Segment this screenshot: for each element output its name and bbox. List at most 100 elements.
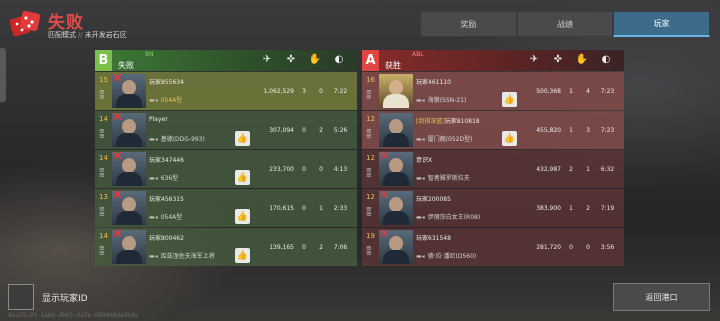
red-dice-icon [9, 10, 41, 37]
show-id-label: 显示玩家ID [42, 293, 88, 304]
assists: 0 [586, 243, 590, 251]
score: 139,165 [269, 243, 294, 251]
player-row: 12 ≡ ≡ ✕ 意识X ▬◂ 智者雅罗斯拉夫 432,987 2 1 6:32 [362, 150, 624, 188]
survival-time: 7:23 [600, 126, 615, 134]
tab-rewards[interactable]: 奖励 [420, 11, 517, 37]
rank-bars-icon: ≡ ≡ [99, 244, 105, 257]
kills: 0 [302, 204, 306, 212]
match-separator: // [78, 31, 83, 39]
like-button[interactable]: 👍 [502, 131, 517, 146]
rank-level: 14 [99, 232, 108, 240]
like-button[interactable]: 👍 [235, 248, 250, 263]
score: 455,820 [536, 126, 561, 134]
player-row: 13 ≡ ≡ ✕ 玩家456315 ▬◂ 054A型 👍 170,615 0 1 2:33 [95, 189, 357, 227]
sunk-x-icon: ✕ [112, 113, 123, 125]
score: 281,720 [536, 243, 561, 251]
player-name: 意识X [416, 155, 432, 164]
show-player-id-toggle[interactable]: 显示玩家ID [8, 284, 88, 310]
like-button[interactable]: 👍 [502, 92, 517, 107]
avatar[interactable] [379, 74, 413, 108]
ship-name: ▬◂ 库兹涅佐夫海军上将 [149, 251, 215, 260]
player-info: 玩家631548 ▬◂ 德·拉·潘尼(D560) [413, 228, 517, 266]
score: 383,900 [536, 204, 561, 212]
avatar[interactable]: ✕ [379, 152, 413, 186]
player-row: 14 ≡ ≡ ✕ 玩家800462 ▬◂ 库兹涅佐夫海军上将 👍 139,165 0 2 7:06 [95, 228, 357, 266]
assists: 0 [319, 165, 323, 173]
return-to-port-button[interactable]: 返回港口 [613, 283, 710, 311]
assists: 2 [586, 204, 590, 212]
player-name: Player [149, 116, 168, 123]
ship-name: ▬◂ 智者雅罗斯拉夫 [416, 173, 470, 182]
ship-name-text: 054A型 [160, 97, 183, 104]
rank-level: 15 [99, 76, 108, 84]
assists: 1 [586, 165, 590, 173]
avatar[interactable]: ✕ [379, 191, 413, 225]
player-name-text: Player [149, 116, 168, 123]
player-stats: 432,987 2 1 6:32 [517, 166, 620, 173]
kills: 3 [302, 87, 306, 95]
avatar[interactable]: ✕ [112, 152, 146, 186]
ship-name-text: 库兹涅佐夫海军上将 [160, 253, 215, 260]
score: 233,700 [269, 165, 294, 173]
avatar[interactable]: ✕ [112, 74, 146, 108]
ship-type-icon: ▬◂ [416, 214, 425, 221]
team-b-tag: BN [145, 51, 154, 58]
score: 170,615 [269, 204, 294, 212]
kills: 0 [302, 243, 306, 251]
thumbs-up-icon: 👍 [236, 250, 249, 261]
rank-badge: 12 ≡ ≡ [362, 189, 379, 227]
kills: 0 [302, 126, 306, 134]
thumbs-up-icon: 👍 [236, 211, 249, 222]
handshake-icon: ✋ [308, 54, 322, 65]
player-stats: 281,720 0 0 3:56 [517, 244, 620, 251]
tab-players[interactable]: 玩家 [613, 11, 711, 37]
player-name-text: 玩家347446 [149, 157, 184, 164]
player-name-text: 玩家461110 [416, 79, 451, 86]
handshake-icon: ✋ [575, 54, 589, 65]
kills: 1 [569, 204, 573, 212]
assists: 2 [319, 126, 323, 134]
show-id-checkbox[interactable] [8, 284, 34, 310]
survival-time: 3:56 [600, 243, 615, 251]
match-mode: 匹配模式 [48, 31, 76, 39]
rank-level: 12 [366, 154, 375, 162]
player-name: 玩家800462 [149, 233, 184, 242]
ship-name-text: 海狼(SSN-21) [427, 97, 467, 104]
survival-time: 5:26 [333, 126, 348, 134]
player-row: 14 ≡ ≡ ✕ Player ▬◂ 基德(DDG-993) 👍 307,094 0 2 5:26 [95, 111, 357, 149]
like-button[interactable]: 👍 [235, 131, 250, 146]
player-info: 玩家461110 ▬◂ 海狼(SSN-21) 👍 [413, 72, 517, 110]
like-button[interactable]: 👍 [235, 209, 250, 224]
stat-header-icons: ✈ ✜ ✋ ◐ [522, 54, 618, 65]
player-row: 16 ≡ ≡ 玩家461110 ▬◂ 海狼(SSN-21) 👍 500,368 1 4 7:23 [362, 72, 624, 110]
ship-type-icon: ▬◂ [149, 136, 158, 143]
side-drawer-handle[interactable] [0, 48, 6, 102]
ship-type-icon: ▬◂ [416, 136, 425, 143]
ship-type-icon: ▬◂ [416, 97, 425, 104]
sunk-x-icon: ✕ [112, 74, 123, 86]
crosshair-icon: ✜ [286, 54, 296, 65]
avatar[interactable] [379, 113, 413, 147]
thumbs-up-icon: 👍 [236, 172, 249, 183]
avatar[interactable]: ✕ [112, 230, 146, 264]
avatar[interactable]: ✕ [112, 113, 146, 147]
ship-name-text: 636型 [160, 175, 179, 182]
rank-bars-icon: ≡ ≡ [99, 205, 105, 218]
ship-name-text: 基德(DDG-993) [160, 136, 205, 143]
player-row: 19 ≡ ≡ ✕ 玩家631548 ▬◂ 德·拉·潘尼(D560) 281,720 0 0 3:56 [362, 228, 624, 266]
team-a-header: A ABL 获胜 ✈ ✜ ✋ ◐ [362, 50, 624, 71]
team-a-letter: A [362, 50, 379, 71]
avatar[interactable]: ✕ [379, 230, 413, 264]
team-b-panel: B BN 失败 ✈ ✜ ✋ ◐ 15 ≡ ≡ ✕ 玩家855634 ▬◂ 054A型 1,06… [95, 50, 357, 266]
player-info: 意识X ▬◂ 智者雅罗斯拉夫 [413, 150, 517, 188]
ship-name: ▬◂ 054A型 [149, 212, 182, 221]
like-button[interactable]: 👍 [235, 170, 250, 185]
player-stats: 500,368 1 4 7:23 [517, 88, 620, 95]
match-info: 匹配模式//未开发岩石区 [48, 30, 127, 40]
ship-type-icon: ▬◂ [416, 253, 425, 260]
player-row: 14 ≡ ≡ ✕ 玩家347446 ▬◂ 636型 👍 233,700 0 0 4:13 [95, 150, 357, 188]
survival-time: 7:23 [600, 87, 615, 95]
avatar[interactable]: ✕ [112, 191, 146, 225]
tab-record[interactable]: 战绩 [516, 11, 614, 37]
sunk-x-icon: ✕ [379, 191, 390, 203]
